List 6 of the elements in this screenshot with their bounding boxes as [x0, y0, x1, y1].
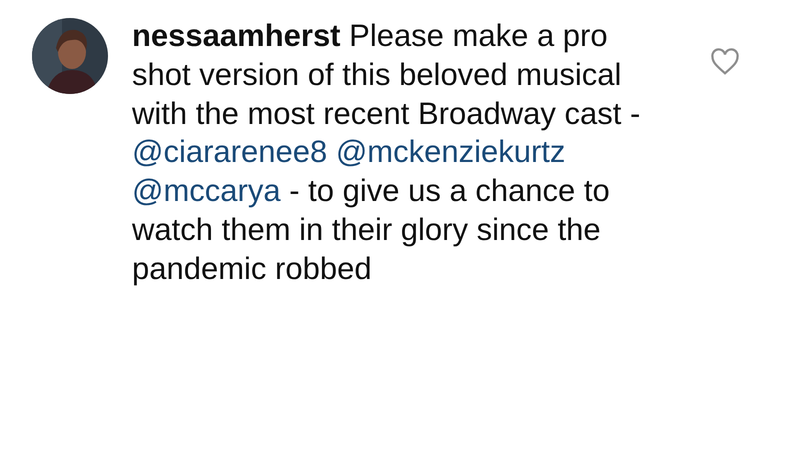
comment-text: nessaamherst Please make a pro shot version of this beloved musical with the most recent Broadway cast - @ciararenee8 @mckenziekurtz @mccarya - to give us a chance to watch them in their glory since the pandemic robbed — [132, 17, 642, 288]
like-button[interactable] — [710, 48, 740, 76]
username-link[interactable]: nessaamherst — [132, 18, 341, 53]
mention-link[interactable]: @mckenziekurtz — [336, 134, 566, 170]
mention-link[interactable]: @mccarya — [132, 173, 281, 208]
mention-link[interactable]: @ciararenee8 — [132, 134, 328, 170]
